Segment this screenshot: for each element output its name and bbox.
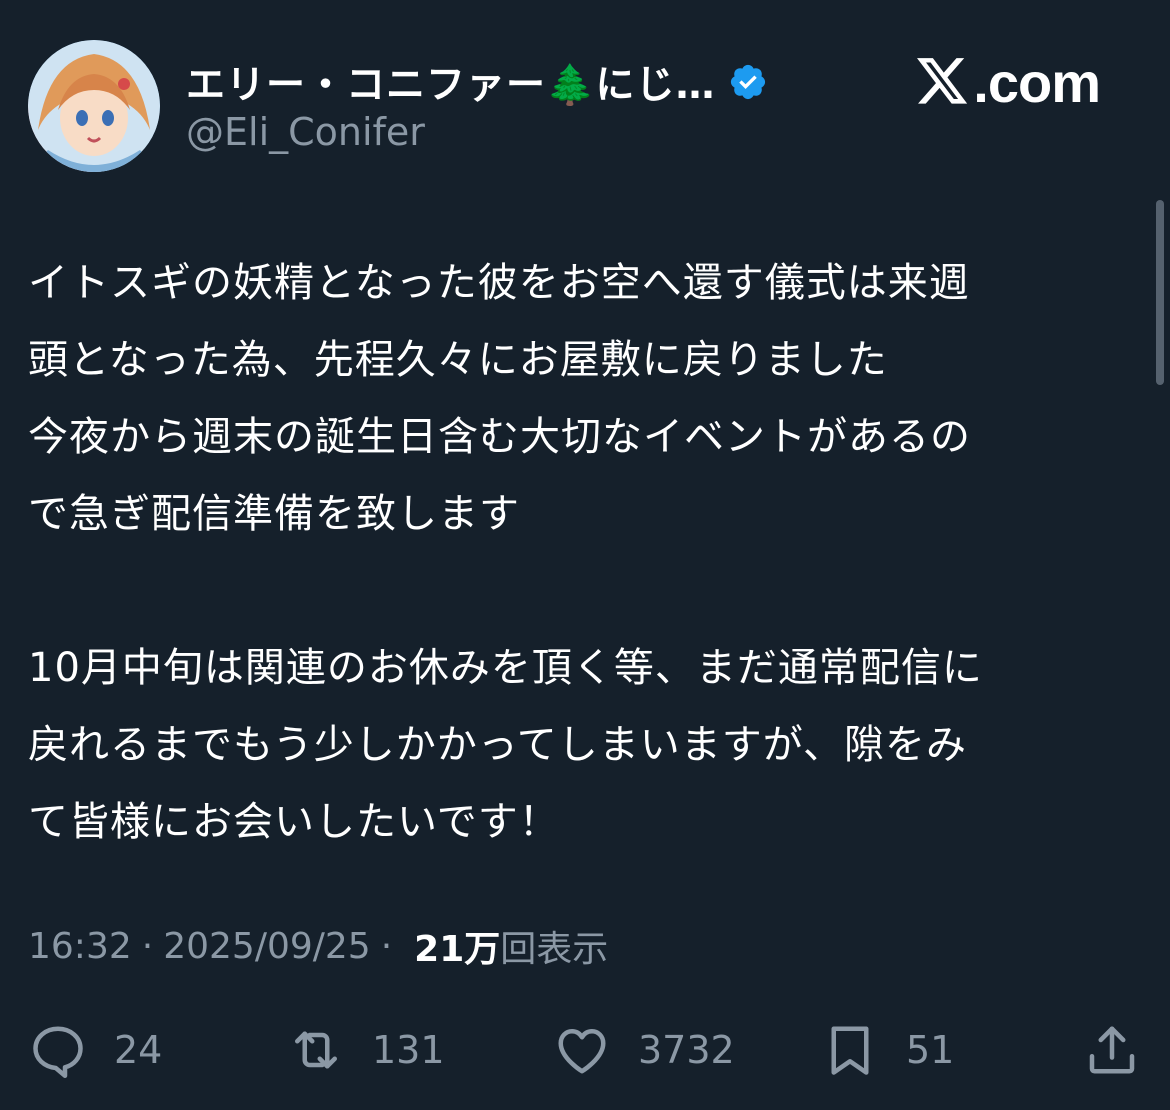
- display-name-row[interactable]: エリー・コニファー🌲にじ…: [186, 54, 768, 110]
- tweet-date[interactable]: 2025/09/25: [163, 926, 371, 967]
- views-label: 回表示: [500, 929, 609, 970]
- tweet-header: エリー・コニファー🌲にじ… @Eli_Conifer .com: [28, 40, 1142, 180]
- action-bar: 24 131 3732 51: [28, 1015, 1142, 1085]
- meta-separator: ·: [141, 925, 154, 967]
- like-button[interactable]: 3732: [552, 1015, 735, 1085]
- reply-count: 24: [114, 1028, 163, 1072]
- author-display-name[interactable]: エリー・コニファー🌲にじ…: [186, 54, 716, 110]
- tweet-time[interactable]: 16:32: [28, 926, 132, 967]
- tweet-meta: 16:32 · 2025/09/25 · 21万 回表示: [28, 918, 608, 974]
- verified-badge-icon: [730, 64, 765, 100]
- scrollbar[interactable]: [1156, 200, 1164, 385]
- retweet-count: 131: [372, 1028, 445, 1072]
- share-button[interactable]: [1082, 1015, 1142, 1085]
- author-handle[interactable]: @Eli_Conifer: [186, 110, 425, 154]
- meta-separator: ·: [380, 925, 393, 967]
- tweet-paragraph: 10月中旬は関連のお休みを頂く等、まだ通常配信に 戻れるまでもう少しかかってしま…: [28, 645, 983, 845]
- retweet-button[interactable]: 131: [286, 1015, 445, 1085]
- heart-icon: [558, 1029, 606, 1074]
- share-icon: [1089, 1026, 1135, 1074]
- like-count: 3732: [638, 1028, 735, 1072]
- bookmark-count: 51: [906, 1028, 955, 1072]
- retweet-icon: [295, 1031, 337, 1069]
- author-avatar[interactable]: [28, 40, 160, 172]
- reply-button[interactable]: 24: [28, 1015, 162, 1085]
- tweet-paragraph: イトスギの妖精となった彼をお空へ還す儀式は来週 頭となった為、先程久々にお屋敷に…: [28, 260, 971, 537]
- bookmark-button[interactable]: 51: [820, 1015, 954, 1085]
- bookmark-icon: [831, 1026, 869, 1075]
- views-count: 21万: [414, 929, 501, 970]
- x-logo-icon: [917, 58, 968, 104]
- logo-text: .com: [973, 50, 1101, 114]
- x-com-logo: .com: [917, 50, 1101, 114]
- reply-icon: [33, 1026, 83, 1078]
- tweet-text: イトスギの妖精となった彼をお空へ還す儀式は来週 頭となった為、先程久々にお屋敷に…: [28, 245, 1138, 861]
